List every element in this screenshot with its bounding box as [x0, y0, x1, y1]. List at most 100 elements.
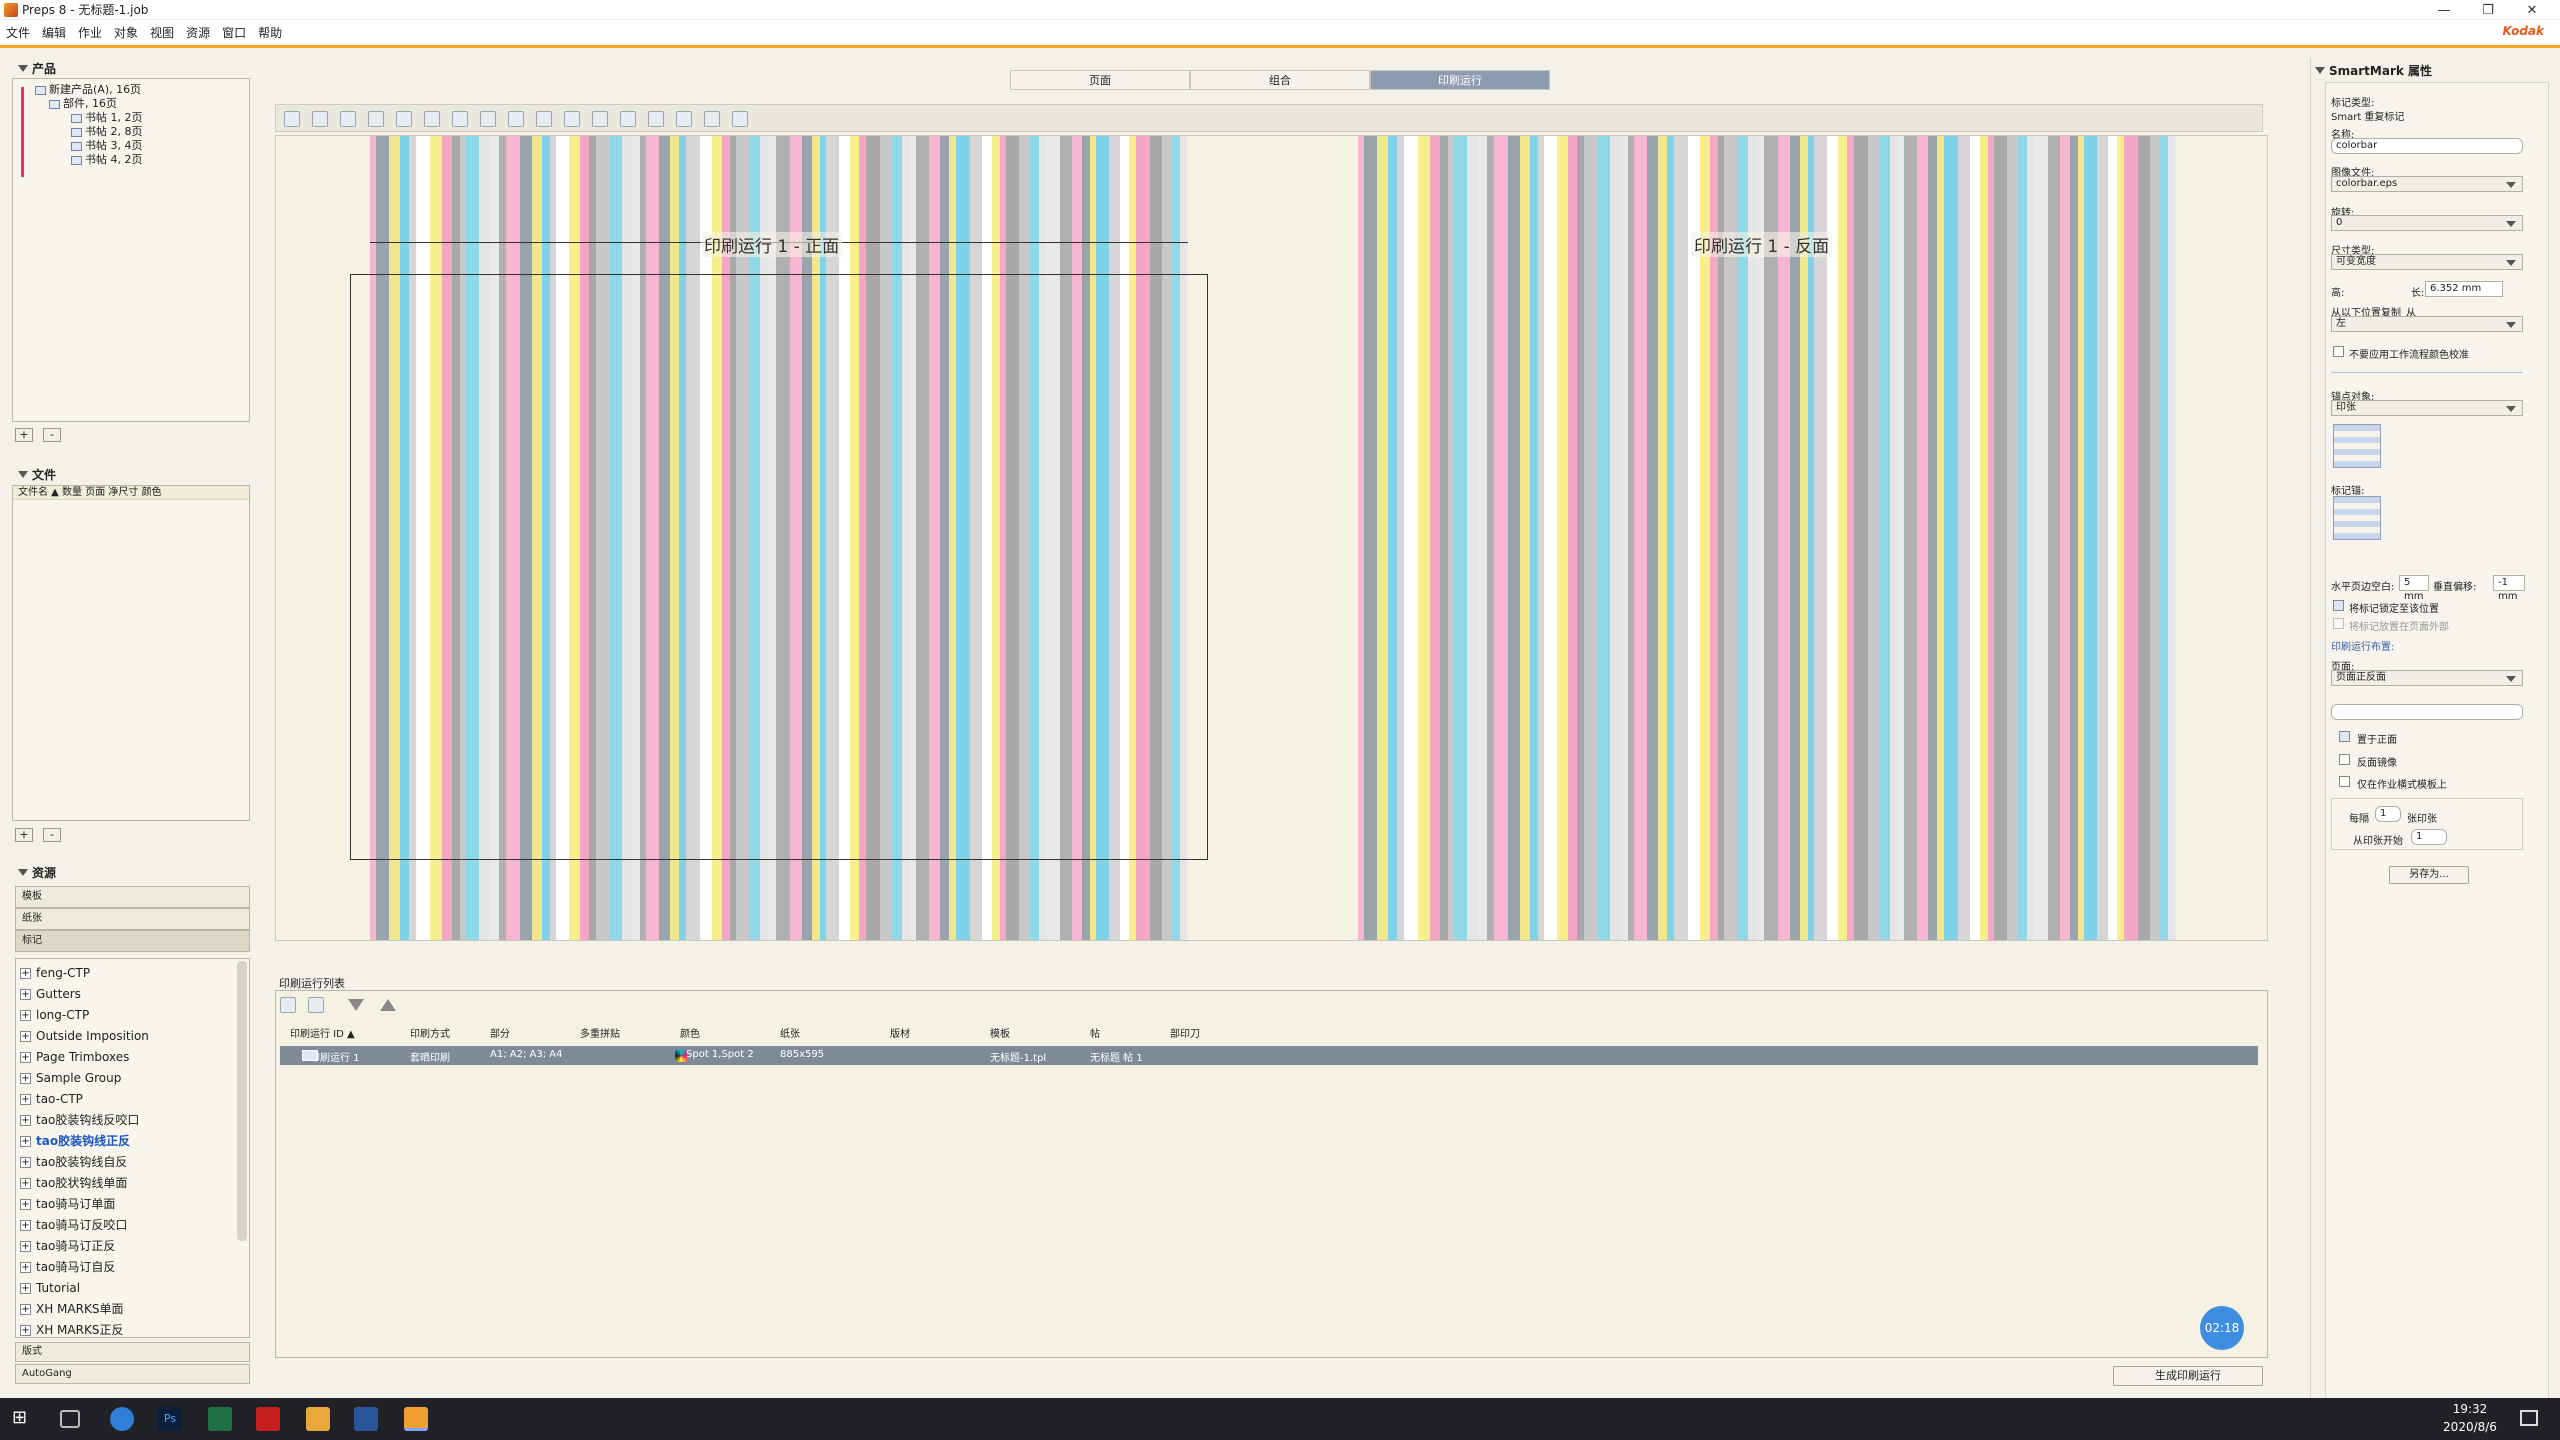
resource-item[interactable]: + Sample Group: [20, 1068, 249, 1089]
column-header[interactable]: 纸张: [780, 1025, 800, 1040]
menu-item-7[interactable]: 帮助: [252, 24, 288, 41]
resource-layout[interactable]: 版式: [15, 1342, 250, 1362]
snap-tool-icon[interactable]: [508, 111, 524, 127]
resource-category[interactable]: 模板: [15, 886, 250, 908]
remove-file-button[interactable]: -: [43, 828, 61, 842]
expand-plus-icon[interactable]: +: [20, 1157, 31, 1168]
expand-plus-icon[interactable]: +: [20, 1052, 31, 1063]
preps-taskbar-icon[interactable]: [404, 1407, 428, 1431]
expand-plus-icon[interactable]: +: [20, 1199, 31, 1210]
notification-icon[interactable]: [2520, 1410, 2538, 1426]
minimize-button[interactable]: —: [2424, 0, 2464, 20]
column-header[interactable]: 模板: [990, 1025, 1010, 1040]
column-header[interactable]: 多重拼贴: [580, 1025, 620, 1040]
menu-item-4[interactable]: 视图: [144, 24, 180, 41]
product-tree-item[interactable]: 书帖 2, 8页: [27, 125, 143, 139]
page-tool-icon[interactable]: [340, 111, 356, 127]
collapse-triangle-icon[interactable]: [18, 65, 28, 72]
layer-tool-icon[interactable]: [732, 111, 748, 127]
repeat-dropdown[interactable]: 左: [2331, 316, 2523, 332]
save-as-button[interactable]: 另存为...: [2389, 866, 2469, 884]
photoshop-icon[interactable]: Ps: [158, 1407, 182, 1431]
resource-item[interactable]: + tao骑马订单面: [20, 1194, 249, 1215]
column-header[interactable]: 颜色: [680, 1025, 700, 1040]
lock-position-checkbox[interactable]: [2333, 600, 2344, 611]
expand-plus-icon[interactable]: +: [20, 1325, 31, 1336]
expand-plus-icon[interactable]: +: [20, 989, 31, 1000]
resource-item[interactable]: + long-CTP: [20, 1005, 249, 1026]
column-header[interactable]: 印刷方式: [410, 1025, 450, 1040]
mirror-back-checkbox[interactable]: [2339, 754, 2350, 765]
name-field[interactable]: colorbar: [2331, 138, 2523, 154]
expand-plus-icon[interactable]: +: [20, 1178, 31, 1189]
files-header[interactable]: 文件: [18, 466, 56, 483]
rotation-dropdown[interactable]: 0: [2331, 215, 2523, 231]
menu-item-0[interactable]: 文件: [0, 24, 36, 41]
resource-item[interactable]: + tao骑马订反咬口: [20, 1215, 249, 1236]
resource-item[interactable]: + tao骑马订正反: [20, 1236, 249, 1257]
resource-category[interactable]: 纸张: [15, 908, 250, 930]
collapse-triangle-icon[interactable]: [2315, 67, 2325, 74]
files-list[interactable]: 文件名 ▲ 数量 页面 净尺寸 颜色: [12, 485, 250, 821]
blank-field[interactable]: [2331, 704, 2523, 720]
close-button[interactable]: ✕: [2512, 0, 2552, 20]
edge-browser-icon[interactable]: [110, 1407, 134, 1431]
ruler-tool-icon[interactable]: [536, 111, 552, 127]
expand-plus-icon[interactable]: +: [20, 1283, 31, 1294]
expand-plus-icon[interactable]: +: [20, 1241, 31, 1252]
resources-header[interactable]: 资源: [18, 864, 56, 881]
products-tree[interactable]: 新建产品(A), 16页 部件, 16页 书帖 1, 2页 书帖 2, 8页 书帖 3,…: [12, 78, 250, 422]
product-tree-item[interactable]: 书帖 3, 4页: [27, 139, 143, 153]
size-type-dropdown[interactable]: 可变宽度: [2331, 254, 2523, 270]
smartmark-header[interactable]: SmartMark 属性: [2315, 62, 2432, 79]
new-run-icon[interactable]: [280, 997, 296, 1013]
product-tree-item[interactable]: 新建产品(A), 16页: [27, 83, 143, 97]
excel-icon[interactable]: [208, 1407, 232, 1431]
group-tool-icon[interactable]: [676, 111, 692, 127]
page-size-icon[interactable]: [564, 111, 580, 127]
move-up-icon[interactable]: [380, 999, 396, 1011]
files-columns-header[interactable]: 文件名 ▲ 数量 页面 净尺寸 颜色: [13, 486, 249, 500]
collapse-triangle-icon[interactable]: [18, 471, 28, 478]
menu-item-5[interactable]: 资源: [180, 24, 216, 41]
zoom-tool-icon[interactable]: [424, 111, 440, 127]
expand-plus-icon[interactable]: +: [20, 1304, 31, 1315]
tab-pages[interactable]: 页面: [1010, 70, 1190, 90]
resources-scrollbar[interactable]: [237, 961, 247, 1241]
resource-category[interactable]: 标记: [15, 930, 250, 952]
add-product-button[interactable]: +: [15, 428, 33, 442]
remove-product-button[interactable]: -: [43, 428, 61, 442]
resource-item[interactable]: + XH MARKS正反: [20, 1320, 249, 1337]
pointer-tool-icon[interactable]: [312, 111, 328, 127]
no-workflow-checkbox[interactable]: [2333, 346, 2344, 357]
expand-plus-icon[interactable]: +: [20, 1262, 31, 1273]
column-header[interactable]: 部印刀: [1170, 1025, 1200, 1040]
ungroup-tool-icon[interactable]: [704, 111, 720, 127]
resource-autogang[interactable]: AutoGang: [15, 1364, 250, 1384]
hand-tool-icon[interactable]: [396, 111, 412, 127]
rotate-tool-icon[interactable]: [648, 111, 664, 127]
acrobat-icon[interactable]: [256, 1407, 280, 1431]
expand-plus-icon[interactable]: +: [20, 1115, 31, 1126]
resource-item[interactable]: + tao-CTP: [20, 1089, 249, 1110]
resource-item[interactable]: + Page Trimboxes: [20, 1047, 249, 1068]
menu-item-2[interactable]: 作业: [72, 24, 108, 41]
resource-item[interactable]: + tao骑马订自反: [20, 1257, 249, 1278]
job-template-checkbox[interactable]: [2339, 776, 2350, 787]
column-header[interactable]: 部分: [490, 1025, 510, 1040]
expand-plus-icon[interactable]: +: [20, 1220, 31, 1231]
center-tool-icon[interactable]: [592, 111, 608, 127]
resource-item[interactable]: + feng-CTP: [20, 963, 249, 984]
add-file-button[interactable]: +: [15, 828, 33, 842]
menu-item-6[interactable]: 窗口: [216, 24, 252, 41]
column-header[interactable]: 印刷运行 ID ▲: [290, 1025, 355, 1040]
generate-press-run-button[interactable]: 生成印刷运行: [2113, 1366, 2263, 1386]
clock-date[interactable]: 2020/8/6: [2440, 1420, 2500, 1434]
toolbox-icon[interactable]: [306, 1407, 330, 1431]
menu-item-1[interactable]: 编辑: [36, 24, 72, 41]
select-tool-icon[interactable]: [284, 111, 300, 127]
collapse-triangle-icon[interactable]: [18, 869, 28, 876]
crop-tool-icon[interactable]: [368, 111, 384, 127]
task-view-icon[interactable]: [60, 1410, 80, 1428]
expand-plus-icon[interactable]: +: [20, 1010, 31, 1021]
